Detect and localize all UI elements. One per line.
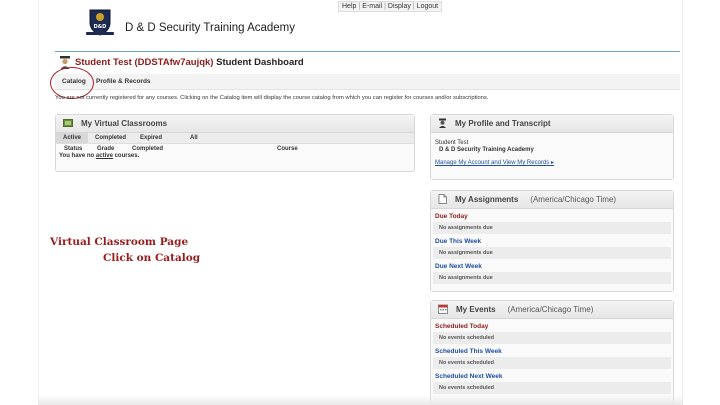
registration-notice: You are not currently registered for any… <box>55 95 489 101</box>
active-courses-link[interactable]: active <box>96 153 113 159</box>
help-link[interactable]: Help <box>342 3 356 10</box>
column-course: Course <box>277 146 298 152</box>
manage-account-link[interactable]: Manage My Account and View My Records ▸ <box>435 160 669 167</box>
academy-logo: D&D <box>86 9 114 36</box>
virtual-classrooms-title: My Virtual Classrooms <box>81 119 168 128</box>
classroom-tabs: Active Completed Expired All <box>56 133 414 144</box>
scheduled-next-week-empty: No events scheduled <box>433 382 671 394</box>
student-name: Student Test (DDSTAfw7aujqk) <box>75 57 214 68</box>
profile-org: D & D Security Training Academy <box>439 147 534 153</box>
tab-active[interactable]: Active <box>56 133 89 143</box>
calendar-icon <box>438 304 448 316</box>
events-header: My Events (America/Chicago Time) <box>431 301 673 319</box>
events-title: My Events <box>456 305 496 314</box>
events-panel: My Events (America/Chicago Time) Schedul… <box>430 300 674 405</box>
assignments-panel: My Assignments (America/Chicago Time) Du… <box>430 190 674 292</box>
column-status: Status <box>64 146 83 152</box>
scheduled-this-week-empty: No events scheduled <box>433 357 671 369</box>
annotation-line-1: Virtual Classroom Page <box>50 236 189 248</box>
scheduled-next-week-label: Scheduled Next Week <box>435 373 503 380</box>
dashboard-title: Student Test (DDSTAfw7aujqk) Student Das… <box>75 57 304 68</box>
profile-title: My Profile and Transcript <box>455 119 551 128</box>
assignments-timezone: (America/Chicago Time) <box>530 195 617 204</box>
classroom-icon <box>63 118 73 129</box>
email-link[interactable]: E-mail <box>362 3 382 10</box>
virtual-classrooms-header: My Virtual Classrooms <box>56 115 414 133</box>
virtual-classrooms-panel: My Virtual Classrooms Active Completed E… <box>55 114 415 172</box>
tab-completed[interactable]: Completed <box>88 133 133 143</box>
due-next-week-empty: No assignments due <box>433 272 671 284</box>
profile-name: Student Test <box>435 140 469 146</box>
tab-all[interactable]: All <box>183 133 205 143</box>
scheduled-today-empty: No events scheduled <box>433 332 671 344</box>
annotation-line-2: Click on Catalog <box>103 252 201 264</box>
nav-profile-records[interactable]: Profile & Records <box>96 78 151 85</box>
classroom-columns: Status Grade Completed Course <box>56 144 414 153</box>
due-this-week-empty: No assignments due <box>433 247 671 259</box>
tab-expired[interactable]: Expired <box>133 133 169 143</box>
profile-icon <box>438 118 447 130</box>
profile-panel: My Profile and Transcript Student Test D… <box>430 114 674 180</box>
due-today-empty: No assignments due <box>433 222 671 234</box>
instruction-annotation: Virtual Classroom Page Click on Catalog <box>50 234 200 266</box>
dashboard-title-suffix: Student Dashboard <box>213 57 304 68</box>
bottom-fade <box>38 395 683 405</box>
assignment-icon <box>438 193 447 206</box>
assignments-title: My Assignments <box>455 195 519 204</box>
column-completed: Completed <box>132 146 164 152</box>
logout-link[interactable]: Logout <box>417 3 438 10</box>
scheduled-this-week-label: Scheduled This Week <box>435 348 502 355</box>
due-this-week-label: Due This Week <box>435 238 482 245</box>
dashboard-nav: Catalog Profile & Records <box>55 74 680 90</box>
due-today-label: Due Today <box>435 213 468 220</box>
assignments-header: My Assignments (America/Chicago Time) <box>431 191 673 209</box>
column-grade: Grade <box>97 146 115 152</box>
events-timezone: (America/Chicago Time) <box>507 305 594 314</box>
no-courses-message: You have no active courses. <box>59 153 140 159</box>
display-link[interactable]: Display <box>388 3 411 10</box>
header-divider <box>55 51 680 52</box>
profile-header: My Profile and Transcript <box>431 115 673 133</box>
academy-name: D & D Security Training Academy <box>125 22 296 34</box>
due-next-week-label: Due Next Week <box>435 263 482 270</box>
scheduled-today-label: Scheduled Today <box>435 323 489 330</box>
svg-text:D&D: D&D <box>94 24 107 30</box>
top-links: Help | E-mail | Display | Logout <box>338 1 443 12</box>
